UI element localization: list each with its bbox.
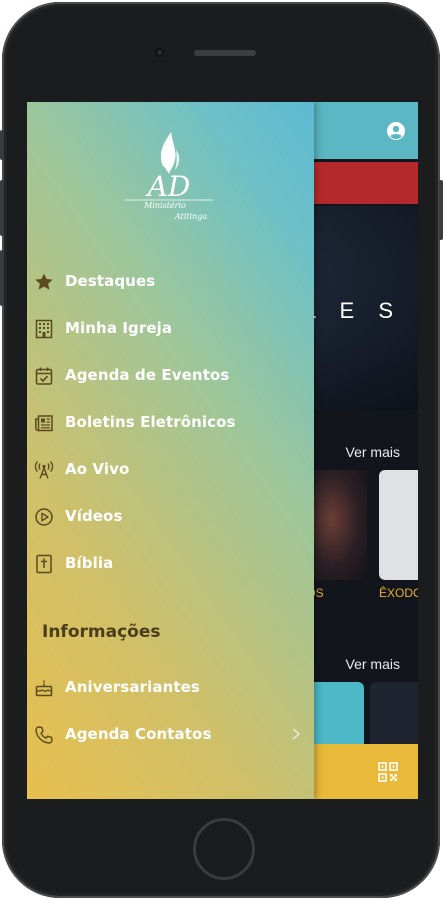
menu-item-boletins-eletronicos[interactable]: Boletins Eletrônicos [27, 403, 314, 443]
menu-label: Aniversariantes [65, 678, 200, 696]
logo-line-1: Ministério [143, 201, 186, 210]
church-logo: AD Ministério Atitinga [125, 132, 213, 221]
menu-item-biblia[interactable]: Bíblia [27, 544, 314, 584]
menu-label: Destaques [65, 272, 156, 290]
menu-label: Agenda de Eventos [65, 366, 230, 384]
ver-mais-link-1[interactable]: Ver mais [346, 444, 400, 460]
hero-text: L E S [304, 298, 402, 323]
menu-label: Vídeos [65, 507, 123, 525]
power-button [439, 180, 443, 240]
menu-item-ao-vivo[interactable]: Ao Vivo [27, 450, 314, 490]
menu-item-agenda-contatos[interactable]: Agenda Contatos [27, 715, 314, 755]
phone-frame: L E S Ver mais DS ÊXODO Ver mais AD Mini… [2, 2, 440, 898]
cake-icon [35, 680, 53, 697]
front-camera [155, 48, 164, 57]
bible-icon [36, 554, 52, 574]
earpiece-speaker [194, 50, 256, 56]
chevron-right-icon [292, 728, 301, 740]
menu-label: Boletins Eletrônicos [65, 413, 236, 431]
thumbnail-caption-2: ÊXODO [379, 586, 418, 600]
card-b[interactable] [370, 682, 418, 744]
navigation-drawer: AD Ministério Atitinga Destaques Minha I… [27, 102, 314, 799]
logo-line-2: Atitinga [174, 212, 207, 221]
logo-monogram: AD [145, 170, 191, 203]
newspaper-icon [35, 415, 53, 432]
volume-up-button [0, 180, 4, 236]
building-icon [35, 319, 53, 339]
star-icon [35, 273, 53, 290]
menu-item-minha-igreja[interactable]: Minha Igreja [27, 309, 314, 349]
volume-down-button [0, 250, 4, 306]
section-title-informacoes: Informações [42, 622, 161, 642]
menu-label: Agenda Contatos [65, 725, 212, 743]
home-button[interactable] [193, 818, 255, 880]
account-icon[interactable] [386, 121, 406, 141]
menu-item-agenda-de-eventos[interactable]: Agenda de Eventos [27, 356, 314, 396]
menu-label: Ao Vivo [65, 460, 130, 478]
qr-code-icon[interactable] [378, 762, 398, 782]
mute-switch [0, 130, 4, 160]
screen: L E S Ver mais DS ÊXODO Ver mais AD Mini… [27, 102, 418, 799]
ver-mais-link-2[interactable]: Ver mais [346, 656, 400, 672]
menu-item-aniversariantes[interactable]: Aniversariantes [27, 668, 314, 708]
menu-label: Minha Igreja [65, 319, 173, 337]
menu-item-videos[interactable]: Vídeos [27, 497, 314, 537]
menu-label: Bíblia [65, 554, 114, 572]
menu-item-destaques[interactable]: Destaques [27, 262, 314, 302]
play-circle-icon [35, 508, 53, 526]
broadcast-tower-icon [34, 461, 54, 479]
calendar-check-icon [35, 367, 53, 385]
video-thumbnail-2[interactable] [379, 470, 418, 580]
phone-icon [35, 726, 53, 744]
